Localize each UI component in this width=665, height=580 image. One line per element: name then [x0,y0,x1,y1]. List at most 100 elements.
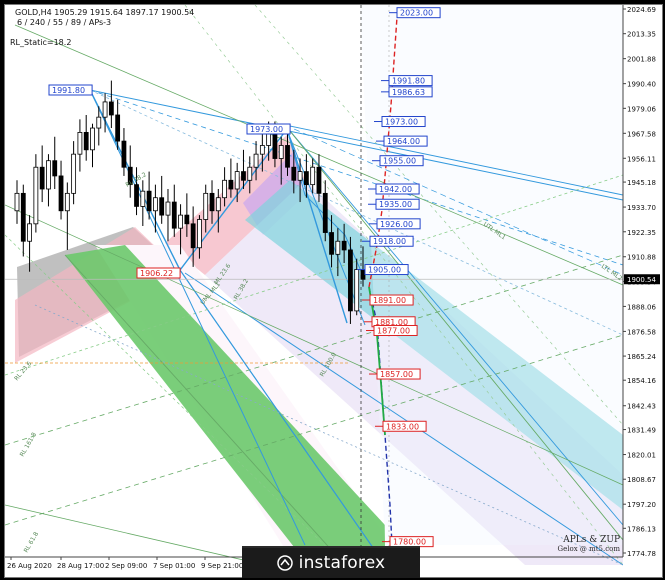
candle-body [316,166,322,194]
candle-body [303,171,309,186]
y-tick-label: 2024.69 [627,6,656,14]
level-label-text: 1986.63 [392,88,425,97]
pivot-label-text: 1973.00 [250,125,283,134]
symbol-line: GOLD,H4 1905.29 1915.64 1897.17 1900.54 [15,8,195,17]
candle-body [14,192,20,212]
candle-body [159,197,165,216]
y-tick-label: 2013.35 [627,31,656,39]
candle-body [329,232,334,255]
credits: APLs & ZUP Gelox @ mt5.com [558,535,621,553]
y-tick-label: 1956.11 [627,155,656,163]
level-label-text: 1926.00 [380,220,413,229]
level-label-text: 1935.00 [379,200,412,209]
level-label-text: 1991.80 [392,77,425,86]
x-tick-label: 2 Sep 09:00 [105,562,147,570]
y-tick-label: 1774.78 [627,550,656,558]
candle-body [46,160,51,190]
candle-body [102,101,108,118]
price-chart[interactable]: 2023.00 1991.80 1986.63 1973.00 1964.00 1955.… [5,5,662,577]
candle-body [171,201,177,229]
credits-line2: Gelox @ mt5.com [557,545,621,553]
y-tick-label: 1865.24 [627,353,656,361]
level-label: 1857.00 [376,368,421,380]
level-label: 1942.00 [375,183,420,195]
candle-body [297,171,303,181]
current-price-label: 1900.54 [627,276,656,284]
candle-body [90,127,95,151]
y-axis-area [623,5,662,577]
y-tick-label: 1888.06 [627,303,656,311]
candle-body [77,132,83,155]
candle-body [247,166,253,181]
candle-body [272,132,278,159]
level-label: 1891.00 [369,294,414,306]
candle-body [58,175,64,212]
candle-body [20,192,26,242]
candle-body [39,166,45,190]
level-label-text: 1918.00 [373,237,406,246]
level-label: 1986.63 [388,86,433,98]
x-tick-label: 9 Sep 21:00 [201,562,243,570]
candle-body [146,190,152,212]
level-label-text: 1857.00 [380,370,413,379]
candle-body [341,240,347,251]
level-label-text: 1955.00 [383,157,416,166]
candle-body [71,153,77,194]
level-label-text: 1877.00 [377,326,410,335]
y-tick-label: 1979.06 [627,105,656,113]
level-label: 1905.00 [364,264,409,276]
candle-body [33,166,39,225]
level-label-text: 1833.00 [386,422,419,431]
candle-body [140,190,146,207]
candle-body [152,197,158,212]
brand-banner: instaforex [242,546,420,578]
level-label: 1935.00 [375,198,420,210]
level-label-text: 1891.00 [373,296,406,305]
y-tick-label: 2001.88 [627,56,656,64]
level-label: 1926.00 [376,218,421,230]
candle-body [222,179,228,199]
candle-body [253,153,259,168]
level-label: 1918.00 [369,235,414,247]
y-tick-label: 1933.70 [627,204,656,212]
credits-line1: APLs & ZUP [563,535,620,545]
candle-body [348,249,353,312]
pivot-label-text: 1991.80 [52,86,85,95]
candle-body [203,192,209,220]
level-label: 1964.00 [383,135,428,147]
y-tick-label: 1831.49 [627,427,656,435]
chart-frame: 2023.00 1991.80 1986.63 1973.00 1964.00 1955.… [4,4,663,578]
x-tick-label: 26 Aug 2020 [7,562,52,570]
level-label-text: 2023.00 [400,9,433,18]
candle-body [83,132,89,151]
x-tick-label: 28 Aug 17:00 [57,562,104,570]
candle-body [215,197,221,212]
level-label: 1877.00 [373,324,418,336]
candle-body [322,192,328,233]
candle-body [209,192,215,212]
level-label: 1991.80 [388,75,433,87]
level-label-text: 1964.00 [387,137,420,146]
y-tick-label: 1808.67 [627,476,656,484]
pivot-label-text: 1906.22 [140,269,173,278]
candle-body [241,171,246,181]
level-label: 2023.00 [396,7,441,19]
candle-body [259,145,265,155]
candle-body [52,160,58,177]
candle-body [184,214,190,225]
candle-body [234,171,240,190]
candle-body [310,166,316,186]
candle-body [165,201,171,216]
candle-body [335,240,341,255]
y-tick-label: 1945.18 [627,179,656,187]
candle-body [96,116,102,129]
candle-body [360,269,366,280]
candle-body [285,145,290,168]
y-tick-label: 1797.20 [627,501,656,509]
candle-body [278,145,284,159]
y-tick-label: 1910.88 [627,254,656,262]
y-tick-label: 1967.58 [627,130,656,138]
level-label: 1833.00 [382,420,427,432]
candle-body [64,192,70,212]
brand-logo-icon [276,555,293,571]
